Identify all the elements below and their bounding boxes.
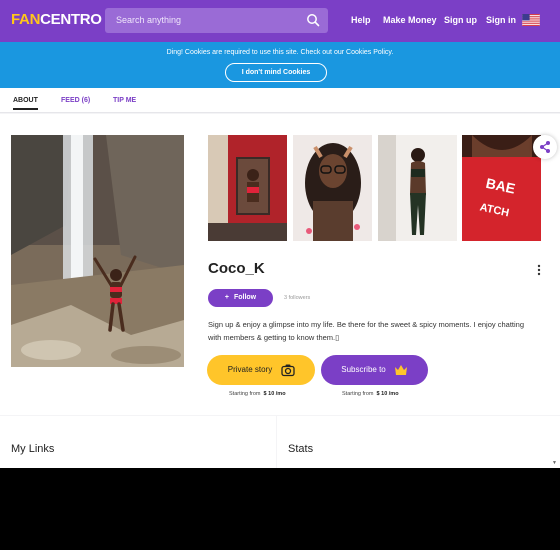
nav-help-link[interactable]: Help [351, 15, 371, 25]
cookie-banner: Ding! Cookies are required to use this s… [0, 42, 560, 88]
my-links-section: My Links [0, 416, 276, 468]
nav-sign-in-link[interactable]: Sign in [486, 15, 516, 25]
nav-make-money-link[interactable]: Make Money [383, 15, 437, 25]
cookie-message: Ding! Cookies are required to use this s… [166, 49, 394, 56]
fancentro-logo[interactable]: FANCENTRO [11, 11, 102, 28]
search-placeholder: Search anything [116, 15, 182, 25]
profile-card: BAE ATCH Coco_K + Follow 3 followers Sig… [0, 114, 560, 415]
feed-thumbnail-4[interactable]: BAE ATCH [462, 135, 541, 241]
starting-from-label: Starting from [342, 391, 374, 397]
tab-about[interactable]: ABOUT [13, 97, 38, 110]
more-options-icon[interactable] [536, 264, 542, 276]
logo-centro-text: CENTRO [40, 11, 102, 28]
stats-title: Stats [288, 443, 314, 455]
my-links-title: My Links [11, 443, 55, 455]
follow-button[interactable]: + Follow [208, 289, 273, 307]
private-price-value: $ 10 /mo [263, 391, 286, 397]
profile-name: Coco_K [208, 260, 265, 277]
profile-tabs: ABOUT FEED (6) TIP ME [0, 88, 560, 113]
tab-feed[interactable]: FEED (6) [61, 97, 90, 104]
share-button[interactable] [533, 135, 557, 159]
accept-cookies-button[interactable]: I don't mind Cookies [225, 63, 327, 82]
search-input[interactable]: Search anything [105, 8, 328, 33]
plus-icon: + [224, 294, 229, 301]
profile-cover-photo[interactable] [11, 135, 184, 367]
page-viewport: FANCENTRO Search anything Help Make Mone… [0, 0, 560, 468]
crown-icon [395, 365, 407, 375]
scroll-down-arrow-icon[interactable]: ▼ [552, 460, 557, 466]
starting-from-label: Starting from [229, 391, 261, 397]
search-icon[interactable] [306, 13, 320, 27]
feed-thumbnail-1[interactable] [208, 135, 287, 241]
top-navigation-bar: FANCENTRO Search anything Help Make Mone… [0, 0, 560, 42]
followers-count: 3 followers [284, 295, 311, 301]
nav-sign-up-link[interactable]: Sign up [444, 15, 477, 25]
tab-tip-me[interactable]: TIP ME [113, 97, 136, 104]
private-story-button[interactable]: Private story [207, 355, 315, 385]
logo-fan-text: FAN [11, 11, 41, 28]
feed-thumbnail-3[interactable] [378, 135, 457, 241]
camera-icon [281, 364, 295, 377]
subscribe-label: Subscribe to [341, 365, 386, 374]
stats-section: Stats [277, 416, 560, 468]
subscribe-button[interactable]: Subscribe to [321, 355, 428, 385]
subscribe-price-value: $ 10 /mo [376, 391, 399, 397]
subscribe-price: Starting from $ 10 /mo [342, 391, 399, 397]
follow-label: Follow [233, 294, 257, 301]
empty-black-region [0, 468, 560, 550]
share-icon [540, 141, 550, 153]
private-story-label: Private story [227, 365, 273, 374]
feed-thumbnail-2[interactable] [293, 135, 372, 241]
private-story-price: Starting from $ 10 /mo [229, 391, 286, 397]
us-flag-icon[interactable] [522, 14, 540, 26]
profile-bio: Sign up & enjoy a glimpse into my life. … [208, 320, 524, 342]
